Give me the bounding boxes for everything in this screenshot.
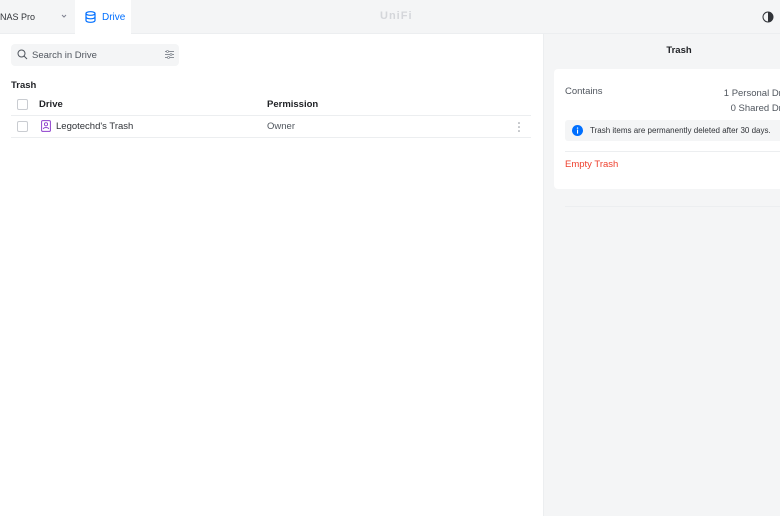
permission-cell: Owner (267, 121, 295, 132)
info-icon (572, 125, 583, 136)
trash-card: Contains 1 Personal Drive 0 Shared Drive… (554, 69, 780, 207)
info-banner: Trash items are permanently deleted afte… (565, 120, 780, 141)
info-text: Trash items are permanently deleted afte… (590, 126, 771, 135)
drive-list-panel: Trash Drive Permission Legotechd's Trash… (0, 34, 543, 516)
select-all-checkbox[interactable] (17, 99, 28, 110)
table-row[interactable]: Legotechd's Trash Owner (11, 116, 531, 138)
table-header: Drive Permission (11, 94, 531, 116)
device-selector[interactable]: NAS Pro (0, 0, 72, 34)
contains-label: Contains (565, 86, 603, 97)
divider (565, 206, 780, 207)
database-icon (85, 11, 96, 23)
chevron-down-icon (61, 14, 67, 18)
brand-logo: UniFi (380, 10, 413, 22)
tab-drive[interactable]: Drive (75, 0, 131, 34)
drive-name: Legotechd's Trash (56, 120, 134, 132)
filter-icon[interactable] (165, 50, 174, 59)
panel-title: Trash (666, 45, 692, 56)
contains-values: 1 Personal Drive 0 Shared Drive (714, 86, 780, 116)
divider (565, 151, 780, 152)
column-header-drive[interactable]: Drive (39, 99, 63, 110)
tab-drive-label: Drive (102, 11, 126, 23)
search-icon (17, 49, 28, 60)
shared-drive-count: 0 Shared Drive (730, 103, 780, 114)
drive-table: Drive Permission Legotechd's Trash Owner (11, 94, 531, 138)
top-bar: NAS Pro Drive UniFi (0, 0, 780, 34)
section-title: Trash (11, 80, 37, 91)
search-box[interactable] (11, 44, 179, 66)
kebab-icon[interactable] (517, 121, 521, 133)
search-input[interactable] (32, 47, 152, 63)
column-header-permission[interactable]: Permission (267, 99, 318, 110)
trash-details-panel: Trash Contains 1 Personal Drive 0 Shared… (543, 34, 780, 516)
personal-drive-count: 1 Personal Drive (723, 88, 780, 99)
empty-trash-button[interactable]: Empty Trash (565, 155, 618, 173)
trash-drive-icon (41, 120, 51, 132)
theme-toggle-icon[interactable] (762, 11, 774, 23)
device-name: NAS Pro (0, 12, 36, 22)
row-checkbox[interactable] (17, 121, 28, 132)
drive-cell: Legotechd's Trash (41, 120, 133, 132)
